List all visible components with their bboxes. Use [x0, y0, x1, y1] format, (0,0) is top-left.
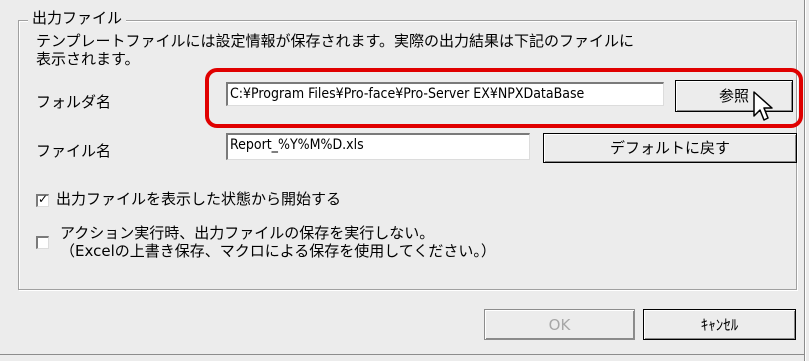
- start-with-output-checkbox[interactable]: ✓: [36, 192, 49, 207]
- mouse-pointer-icon: [753, 91, 773, 121]
- no-save-on-action-checkbox[interactable]: [36, 236, 49, 249]
- folder-label: フォルダ名: [36, 93, 112, 111]
- default-button[interactable]: デフォルトに戻す: [543, 133, 797, 163]
- group-description: テンプレートファイルには設定情報が保存されます。実際の出力結果は下記のファイルに…: [36, 32, 635, 68]
- window-edge-right-highlight: [805, 0, 806, 361]
- cancel-button[interactable]: ｷｬﾝｾﾙ: [643, 309, 796, 340]
- file-name-input[interactable]: Report_%Y%M%D.xls: [226, 133, 530, 160]
- group-title: 出力ファイル: [28, 8, 127, 28]
- file-label: ファイル名: [36, 142, 112, 160]
- window-edge-bottom: [0, 354, 805, 355]
- start-with-output-label: 出力ファイルを表示した状態から開始する: [56, 190, 342, 208]
- no-save-on-action-label: アクション実行時、出力ファイルの保存を実行しない。 （Excelの上書き保存、マ…: [60, 224, 496, 260]
- highlight-callout: [205, 68, 803, 128]
- ok-button[interactable]: OK: [484, 309, 635, 340]
- dialog-window: 出力ファイル テンプレートファイルには設定情報が保存されます。実際の出力結果は下…: [0, 0, 809, 361]
- checkmark-icon: ✓: [38, 192, 49, 206]
